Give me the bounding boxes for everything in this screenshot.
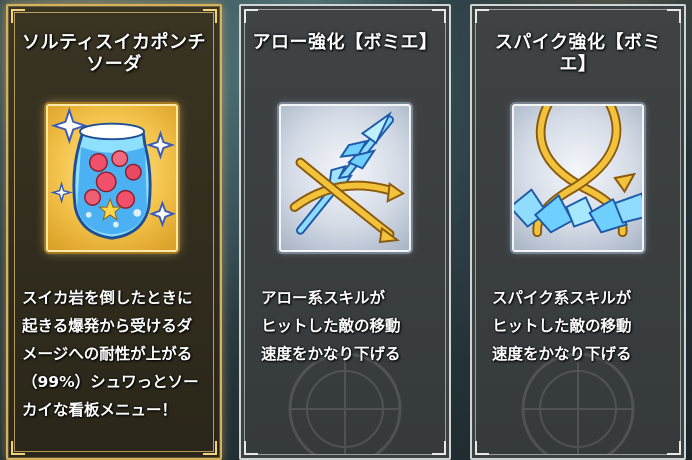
fruit-punch-jar-icon [46,104,178,252]
description-line: ヒットした敵の移動 [261,317,401,335]
card-description: スパイク系スキルが ヒットした敵の移動 速度をかなり下げる [492,284,676,368]
card-title-line: スパイク強化【ボミ [494,32,662,53]
corner-ornament [11,441,25,455]
description-line: （99%）シュワっとソー [22,373,199,391]
upgrade-card-arrow-bomie[interactable]: アロー強化【ボミエ】 アロー系スキルが ヒットした敵の移動 速度をかなり下げる [239,4,451,460]
corner-ornament [244,9,258,23]
ice-arrow-bind-icon [279,104,411,252]
description-line: ヒットした敵の移動 [492,317,632,335]
description-line: カイな看板メニュー！ [22,401,178,419]
corner-ornament [203,441,217,455]
card-title-line: エ】 [559,54,597,75]
corner-ornament [667,441,681,455]
corner-ornament [244,441,258,455]
corner-ornament [475,9,489,23]
card-description: アロー系スキルが ヒットした敵の移動 速度をかなり下げる [261,284,441,368]
description-line: 起きる爆発から受けるダ [22,317,193,335]
description-line: メージへの耐性が上がる [22,345,193,363]
corner-ornament [667,9,681,23]
description-line: スイカ岩を倒したときに [22,289,193,307]
card-title-line: ソルティスイカポンチ [22,32,206,53]
ice-spike-bind-icon [512,104,644,252]
upgrade-card-spike-bomie[interactable]: スパイク強化【ボミ エ】 スパイク系スキルが ヒットした敵の移動 速度をかなり下… [470,4,686,460]
description-line: 速度をかなり下げる [492,345,632,363]
corner-ornament [203,9,217,23]
card-title: スパイク強化【ボミ エ】 [480,32,676,76]
upgrade-card-salty-watermelon-punch-soda[interactable]: ソルティスイカポンチ ソーダ スイカ岩を倒したときに 起きる爆発から受けるダ メ… [6,4,222,460]
corner-ornament [432,441,446,455]
corner-ornament [475,441,489,455]
card-description: スイカ岩を倒したときに 起きる爆発から受けるダ メージへの耐性が上がる （99%… [22,284,212,424]
card-title: アロー強化【ボミエ】 [249,32,441,54]
description-line: 速度をかなり下げる [261,345,401,363]
description-line: アロー系スキルが [261,289,386,307]
description-line: スパイク系スキルが [492,289,632,307]
card-title-line: アロー強化【ボミエ】 [252,32,438,53]
card-title-line: ソーダ [86,54,142,75]
card-title: ソルティスイカポンチ ソーダ [16,32,212,76]
corner-ornament [432,9,446,23]
corner-ornament [11,9,25,23]
